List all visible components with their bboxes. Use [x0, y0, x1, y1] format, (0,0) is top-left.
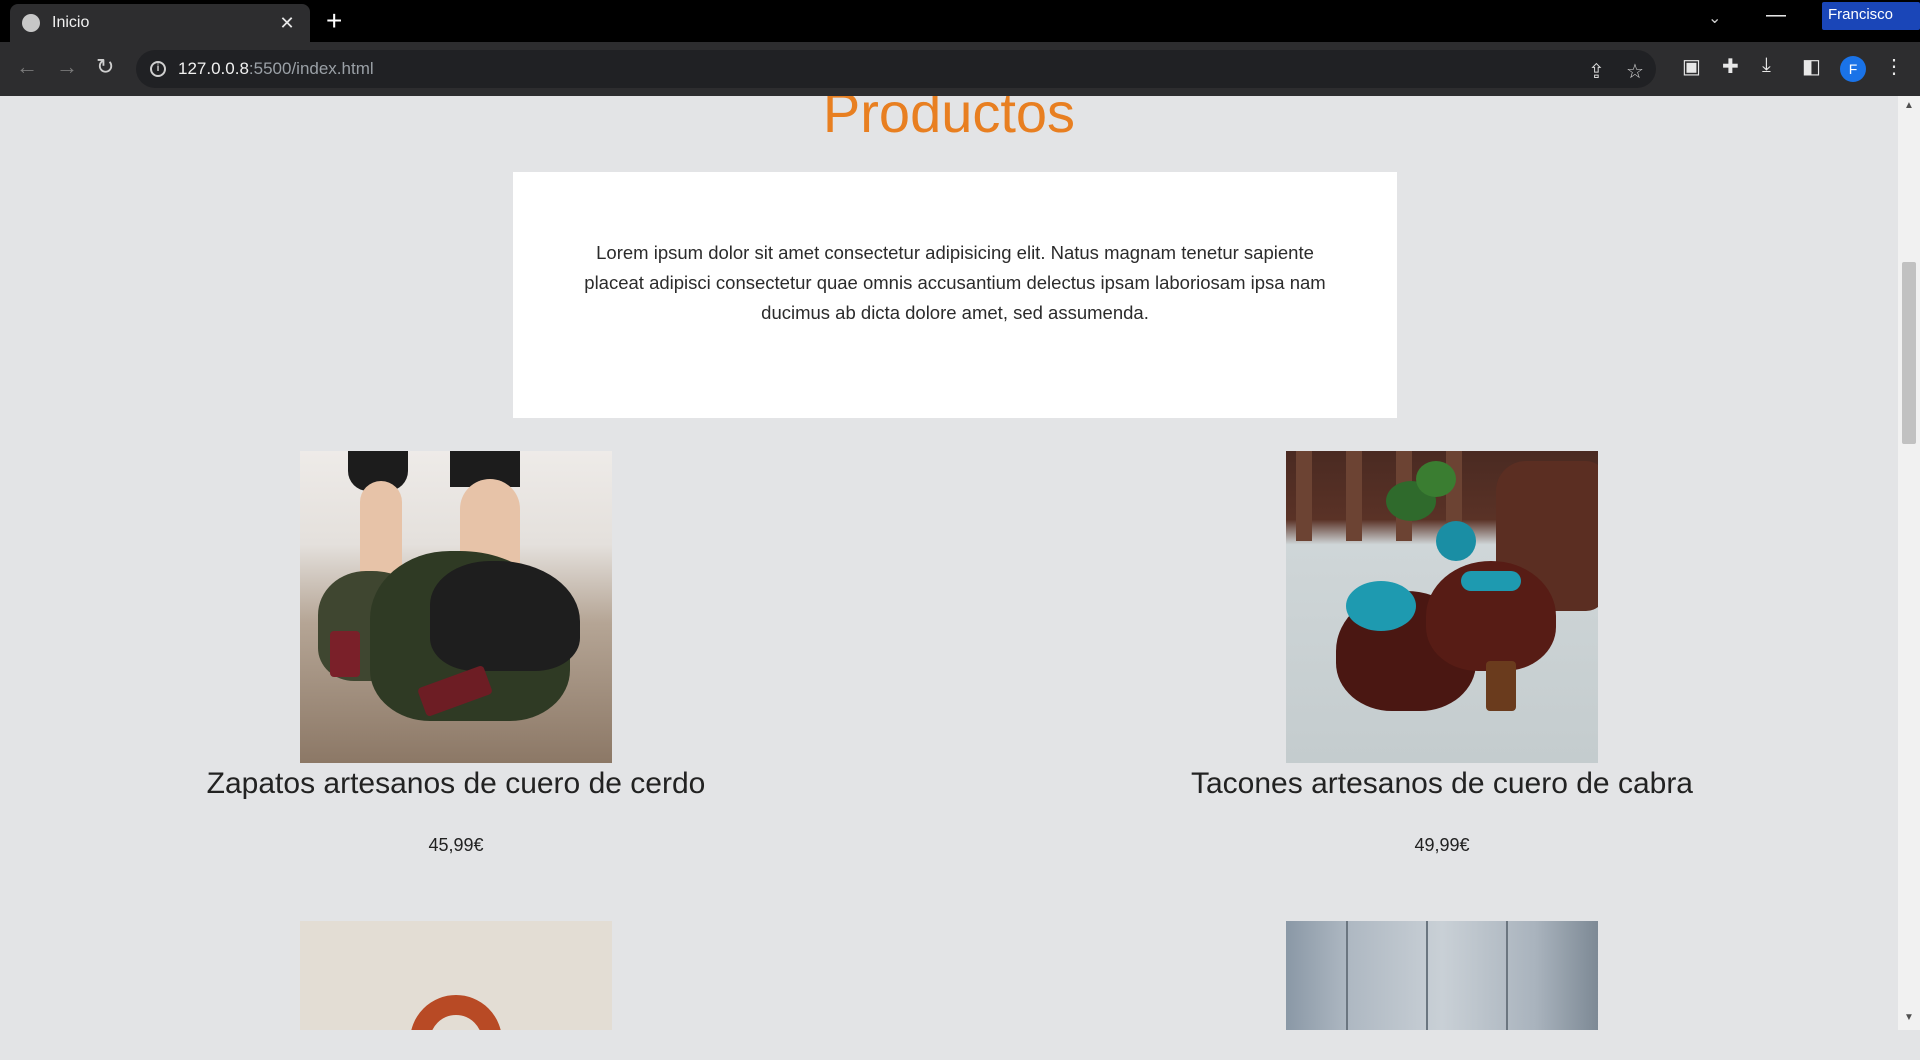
bottom-strip [0, 1030, 1920, 1060]
intro-card: Lorem ipsum dolor sit amet consectetur a… [513, 172, 1397, 418]
side-panel-icon[interactable]: ◧ [1802, 54, 1821, 79]
product-card[interactable]: Tacones artesanos de cuero de cabra 49,9… [1142, 451, 1742, 856]
menu-kebab-icon[interactable]: ⋮ [1884, 54, 1904, 79]
globe-icon [22, 14, 40, 32]
media-icon[interactable]: ▣ [1682, 54, 1701, 79]
profile-name-badge[interactable]: Francisco [1822, 2, 1920, 30]
address-bar[interactable]: i 127.0.0.8 :5500/index.html ⇪ ☆ [136, 50, 1656, 88]
page-title: Productos [822, 96, 1076, 144]
share-icon[interactable]: ⇪ [1588, 59, 1605, 84]
minimize-window-button[interactable]: — [1766, 4, 1786, 27]
product-image-partial[interactable] [300, 921, 612, 1030]
product-image-heeled-shoes[interactable] [1286, 451, 1598, 763]
site-info-icon[interactable]: i [150, 61, 166, 77]
product-price: 45,99€ [428, 835, 484, 855]
page-scrollbar[interactable]: ▲ ▼ [1898, 96, 1920, 1030]
tab-title: Inicio [52, 14, 90, 31]
new-tab-button[interactable]: + [326, 6, 342, 36]
product-image-partial[interactable] [1286, 921, 1598, 1030]
back-arrow-icon[interactable]: ← [16, 54, 38, 80]
bookmark-star-icon[interactable]: ☆ [1626, 59, 1644, 84]
product-image-leather-shoes[interactable] [300, 451, 612, 763]
browser-toolbar: ← → ↻ i 127.0.0.8 :5500/index.html ⇪ ☆ ▣… [0, 42, 1920, 96]
product-name: Tacones artesanos de cuero de cabra [1191, 767, 1693, 800]
product-price: 49,99€ [1414, 835, 1470, 855]
page-viewport: Productos Lorem ipsum dolor sit amet con… [0, 96, 1898, 1030]
product-card[interactable]: Zapatos artesanos de cuero de cerdo 45,9… [156, 451, 756, 856]
scroll-thumb[interactable] [1902, 262, 1916, 444]
download-icon[interactable]: ⤓ [1762, 54, 1771, 77]
tab-strip: Inicio ✕ + ⌄ — Francisco [0, 0, 1920, 42]
product-name: Zapatos artesanos de cuero de cerdo [206, 767, 706, 800]
tab-search-chevron-icon[interactable]: ⌄ [1708, 8, 1721, 28]
close-tab-icon[interactable]: ✕ [276, 13, 298, 34]
url-host: 127.0.0.8 [178, 59, 249, 78]
ring-shape [410, 995, 502, 1030]
scroll-up-arrow-icon[interactable]: ▲ [1904, 100, 1914, 111]
browser-tab[interactable]: Inicio ✕ [10, 4, 310, 42]
url-path: :5500/index.html [248, 59, 374, 78]
scroll-down-arrow-icon[interactable]: ▼ [1904, 1012, 1914, 1023]
reload-icon[interactable]: ↻ [96, 54, 114, 80]
profile-avatar[interactable]: F [1840, 56, 1866, 82]
intro-text: Lorem ipsum dolor sit amet consectetur a… [584, 242, 1326, 323]
extensions-puzzle-icon[interactable]: ✚ [1722, 54, 1739, 79]
forward-arrow-icon[interactable]: → [56, 54, 78, 80]
